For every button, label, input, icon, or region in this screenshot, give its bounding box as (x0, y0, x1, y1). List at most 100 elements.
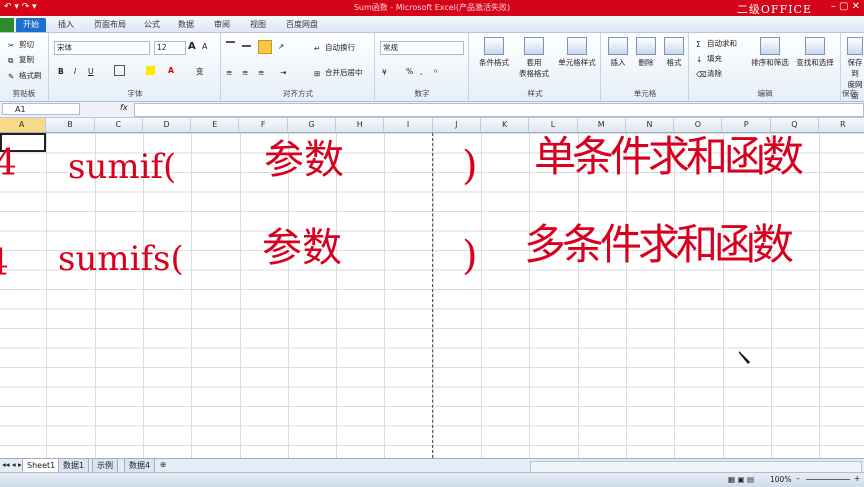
copy-button[interactable]: ⧉ 复制 (8, 54, 34, 65)
delete-cells-button[interactable]: 删除 (632, 37, 660, 68)
insert-function-button[interactable]: fx (120, 103, 128, 112)
format-cells-button[interactable]: 格式 (660, 37, 688, 68)
align-center-button[interactable]: ≡ (242, 67, 253, 77)
annotation-row1-param: 参数 (264, 137, 344, 183)
zoom-slider[interactable] (806, 479, 850, 480)
tab-data[interactable]: 数据 (172, 18, 200, 32)
wrap-text-button[interactable]: ↵ 自动换行 (314, 42, 355, 53)
zoom-level[interactable]: 100% (770, 475, 791, 484)
font-color-button[interactable]: A (168, 66, 174, 75)
tab-page-layout[interactable]: 页面布局 (88, 18, 132, 32)
delete-icon (636, 37, 656, 55)
column-header[interactable]: D (143, 118, 192, 132)
merge-icon: ⊞ (314, 68, 321, 78)
font-size-select[interactable]: 12 (154, 41, 186, 55)
indent-button[interactable]: ⇥ (280, 67, 291, 77)
tab-file[interactable] (0, 18, 14, 32)
column-header[interactable]: R (819, 118, 864, 132)
cell-styles-button[interactable]: 单元格样式 (554, 37, 600, 68)
alignment-group-label: 对齐方式 (283, 89, 313, 98)
column-gridline (770, 133, 772, 458)
sheet-tab-data4[interactable]: 数据4 (124, 459, 156, 473)
conditional-format-button[interactable]: 条件格式 (474, 37, 514, 68)
new-sheet-icon[interactable]: ⊕ (160, 460, 166, 469)
save-group-label: 保存 (842, 89, 857, 98)
zoom-in-button[interactable]: + (854, 474, 860, 483)
column-header[interactable]: L (529, 118, 578, 132)
column-headers: ABCDEFGHIJKLMNOPQR (0, 118, 864, 133)
align-right-button[interactable]: ≡ (258, 67, 269, 77)
table-icon (524, 37, 544, 55)
sort-filter-button[interactable]: 排序和筛选 (748, 37, 792, 68)
column-header[interactable]: E (191, 118, 240, 132)
binoculars-icon (805, 37, 825, 55)
phonetic-button[interactable]: 变 (196, 66, 204, 77)
column-header[interactable]: F (240, 118, 288, 132)
annotation-row2-close: ) (462, 233, 478, 279)
tab-view[interactable]: 视图 (244, 18, 272, 32)
column-header[interactable]: G (288, 118, 337, 132)
bold-button[interactable]: B (58, 67, 64, 76)
increase-decimal-button[interactable]: ⁰ (434, 67, 445, 77)
font-name-select[interactable]: 宋体 (54, 41, 150, 55)
insert-cells-button[interactable]: 插入 (604, 37, 632, 68)
tab-home[interactable]: 开始 (16, 18, 46, 32)
align-middle-button[interactable] (242, 41, 253, 51)
underline-button[interactable]: U (88, 67, 94, 76)
column-gridline (722, 133, 724, 458)
column-header[interactable]: Q (771, 118, 820, 132)
cut-button[interactable]: ✂ 剪切 (8, 39, 34, 50)
merge-center-button[interactable]: ⊞ 合并后居中 (314, 67, 363, 78)
grow-font-button[interactable]: A (188, 41, 196, 52)
shrink-font-button[interactable]: A (202, 42, 207, 51)
column-header[interactable]: C (95, 118, 143, 132)
tab-formulas[interactable]: 公式 (138, 18, 166, 32)
column-header[interactable]: A (0, 118, 47, 132)
cloud-icon (847, 37, 863, 55)
formula-input[interactable] (134, 103, 864, 117)
orientation-button[interactable]: ↗ (278, 41, 289, 51)
zoom-out-button[interactable]: – (796, 474, 800, 483)
column-header[interactable]: M (578, 118, 626, 132)
column-header[interactable]: P (723, 118, 771, 132)
align-left-button[interactable]: ≡ (226, 67, 237, 77)
borders-button[interactable] (114, 65, 127, 76)
view-buttons[interactable]: ▦ ▣ ▤ (728, 475, 754, 484)
sheet-tab-data1[interactable]: 数据1 (58, 459, 90, 473)
column-gridline (819, 133, 821, 458)
column-gridline (384, 133, 386, 458)
find-select-button[interactable]: 查找和选择 (792, 37, 838, 68)
align-right-icon: ≡ (258, 67, 265, 77)
column-header[interactable]: K (481, 118, 530, 132)
column-header[interactable]: N (626, 118, 675, 132)
autosum-button[interactable]: Σ 自动求和 (696, 38, 737, 49)
clear-button[interactable]: ⌫清除 (696, 68, 722, 79)
annotation-row2-param: 参数 (262, 225, 342, 271)
sheet-tab-sheet1[interactable]: Sheet1 (22, 459, 61, 473)
fill-color-button[interactable] (146, 65, 157, 75)
align-top-button[interactable] (226, 41, 237, 52)
format-as-table-button[interactable]: 套用 表格格式 (514, 37, 554, 79)
column-header[interactable]: J (433, 118, 481, 132)
fill-button[interactable]: ↓ 填充 (696, 53, 722, 64)
column-header[interactable]: I (384, 118, 433, 132)
sheet-tab-example[interactable]: 示例 (92, 459, 118, 473)
tab-baidu-netdisk[interactable]: 百度网盘 (280, 18, 324, 32)
window-controls[interactable]: – ▢ ✕ (831, 1, 860, 12)
align-bottom-button[interactable] (258, 40, 272, 54)
currency-button[interactable]: ¥ (382, 67, 393, 77)
column-header[interactable]: B (46, 118, 95, 132)
column-header[interactable]: H (336, 118, 385, 132)
percent-button[interactable]: % (406, 67, 413, 76)
tab-insert[interactable]: 插入 (52, 18, 80, 32)
column-header[interactable]: O (674, 118, 723, 132)
number-format-select[interactable]: 常规 (380, 41, 464, 55)
format-painter-button[interactable]: ✎ 格式刷 (8, 70, 42, 81)
insert-icon (608, 37, 628, 55)
name-box[interactable]: A1 (2, 103, 80, 115)
tab-review[interactable]: 审阅 (208, 18, 236, 32)
column-gridline (239, 133, 241, 458)
orientation-icon: ↗ (278, 41, 285, 51)
comma-button[interactable]: , (420, 67, 422, 76)
italic-button[interactable]: I (74, 67, 76, 76)
